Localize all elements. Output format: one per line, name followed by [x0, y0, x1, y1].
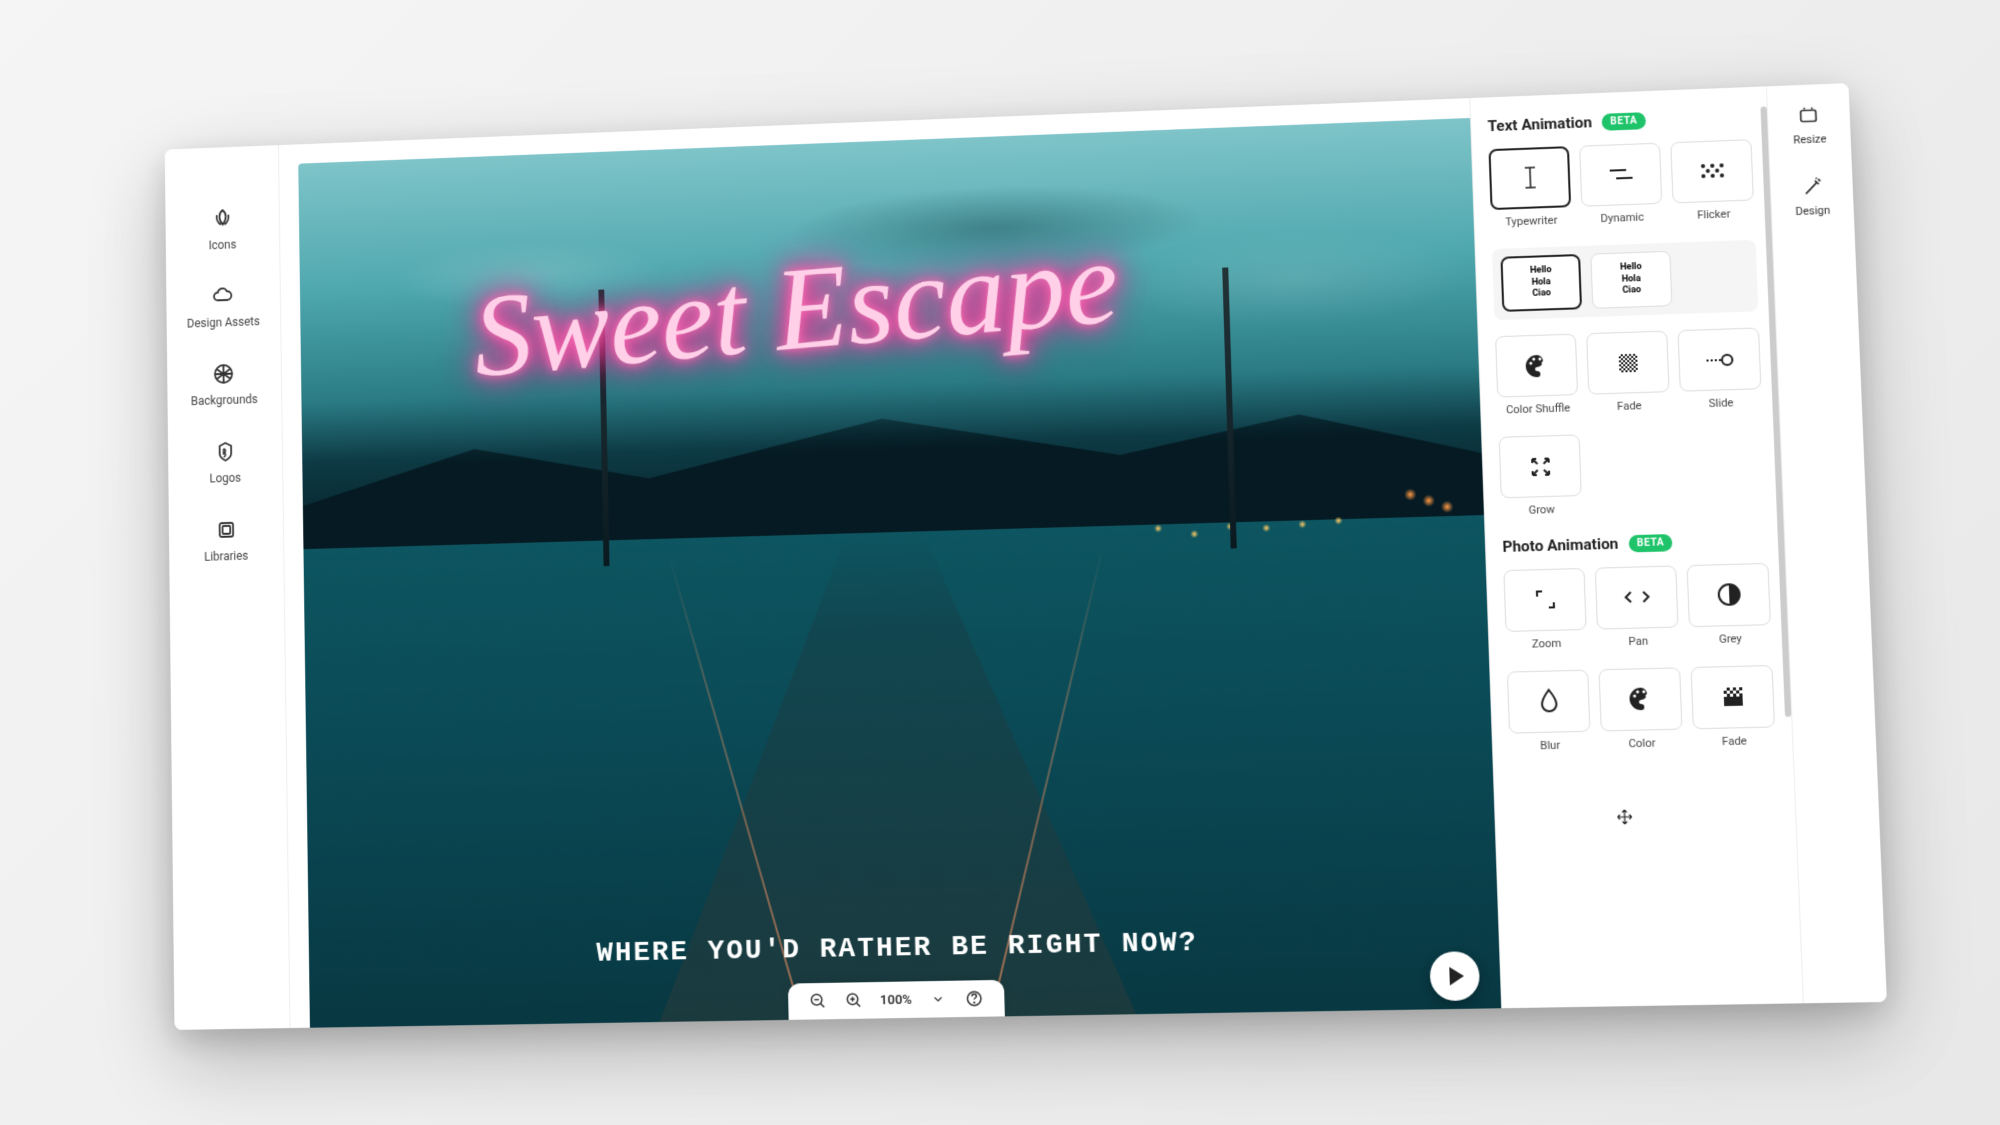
anim-grey[interactable]: Grey [1687, 562, 1772, 645]
fade-icon [1690, 664, 1775, 728]
logo-icon [211, 437, 238, 465]
anim-fade-text[interactable]: Fade [1586, 330, 1670, 413]
anim-language-2[interactable]: Hello Hola Ciao [1590, 250, 1672, 309]
anim-blur[interactable]: Blur [1507, 669, 1591, 752]
anim-label: Fade [1617, 399, 1642, 413]
anim-color-shuffle[interactable]: Color Shuffle [1495, 334, 1579, 417]
sidebar-label: Logos [209, 470, 241, 485]
palette-icon [1495, 334, 1578, 398]
anim-label: Color [1628, 735, 1656, 749]
anim-label: Slide [1709, 396, 1734, 410]
palette-icon [1598, 667, 1682, 731]
pan-icon [1595, 565, 1679, 629]
sidebar-item-design-assets[interactable]: Design Assets [187, 281, 260, 330]
sidebar-label: Icons [208, 237, 236, 252]
text-animation-title: Text Animation [1487, 113, 1592, 135]
anim-label: Flicker [1697, 207, 1731, 221]
anim-color-photo[interactable]: Color [1598, 667, 1683, 750]
fade-icon [1586, 330, 1669, 394]
photo-animation-title: Photo Animation [1502, 534, 1619, 555]
anim-label: Color Shuffle [1506, 401, 1571, 416]
anim-label: Pan [1628, 634, 1648, 648]
anim-grow[interactable]: Grow [1499, 434, 1583, 517]
anim-dynamic[interactable]: Dynamic [1579, 142, 1663, 225]
anim-label: Blur [1540, 738, 1560, 752]
sidebar-label: Design Assets [187, 314, 260, 330]
anim-label: Fade [1722, 733, 1747, 747]
photo-animation-header: Photo Animation BETA [1502, 530, 1768, 556]
flicker-icon [1670, 139, 1754, 203]
anim-label: Grow [1528, 502, 1555, 516]
zoom-out-icon[interactable] [808, 990, 828, 1011]
library-icon [212, 515, 239, 543]
canvas-area[interactable]: Sweet Escape WHERE YOU'D RATHER BE RIGHT… [279, 98, 1501, 1028]
grey-icon [1687, 562, 1771, 626]
zoom-level[interactable]: 100% [880, 992, 912, 1008]
cloud-icon [210, 282, 237, 310]
resize-tool[interactable]: Resize [1792, 104, 1827, 146]
anim-typewriter[interactable]: Typewriter [1488, 146, 1571, 229]
beta-badge: BETA [1628, 533, 1673, 551]
slide-icon [1678, 327, 1762, 391]
anim-language-1[interactable]: Hello Hola Ciao [1500, 253, 1582, 312]
grow-icon [1499, 434, 1582, 498]
text-animation-header: Text Animation BETA [1487, 107, 1751, 135]
app-window: Icons Design Assets Backgrounds Logos Li… [165, 83, 1887, 1030]
sidebar-label: Libraries [204, 548, 248, 563]
help-icon[interactable] [964, 988, 985, 1009]
laurel-icon [209, 204, 236, 232]
anim-label: Grey [1719, 631, 1742, 645]
resize-icon [1797, 104, 1821, 127]
blur-icon [1507, 669, 1591, 733]
zoom-icon [1503, 567, 1586, 631]
anim-fade-photo[interactable]: Fade [1690, 664, 1775, 748]
anim-label: Typewriter [1505, 213, 1558, 228]
animation-panel: Text Animation BETA Typewriter Dynamic [1469, 86, 1803, 1008]
dynamic-icon [1579, 142, 1662, 206]
left-sidebar: Icons Design Assets Backgrounds Logos Li… [165, 145, 291, 1030]
anim-label: Zoom [1532, 636, 1562, 650]
anim-slide[interactable]: Slide [1678, 327, 1763, 410]
anim-zoom[interactable]: Zoom [1503, 567, 1587, 650]
pattern-icon [210, 359, 237, 387]
canvas-image: Sweet Escape WHERE YOU'D RATHER BE RIGHT… [298, 117, 1501, 1027]
sidebar-item-libraries[interactable]: Libraries [204, 515, 249, 563]
chevron-down-icon[interactable] [928, 988, 949, 1009]
sidebar-label: Backgrounds [191, 392, 258, 408]
beta-badge: BETA [1602, 111, 1646, 130]
zoom-toolbar: 100% [788, 979, 1005, 1019]
sidebar-item-logos[interactable]: Logos [209, 437, 241, 485]
far-label: Design [1795, 203, 1830, 217]
sidebar-item-icons[interactable]: Icons [208, 204, 236, 251]
typewriter-icon [1488, 146, 1571, 210]
design-tool[interactable]: Design [1794, 175, 1831, 218]
anim-flicker[interactable]: Flicker [1670, 139, 1754, 222]
far-label: Resize [1793, 132, 1827, 146]
anim-label: Dynamic [1600, 210, 1644, 225]
sidebar-item-backgrounds[interactable]: Backgrounds [190, 359, 257, 408]
anim-pan[interactable]: Pan [1595, 565, 1680, 648]
wand-icon [1800, 175, 1824, 198]
zoom-in-icon[interactable] [844, 990, 864, 1011]
